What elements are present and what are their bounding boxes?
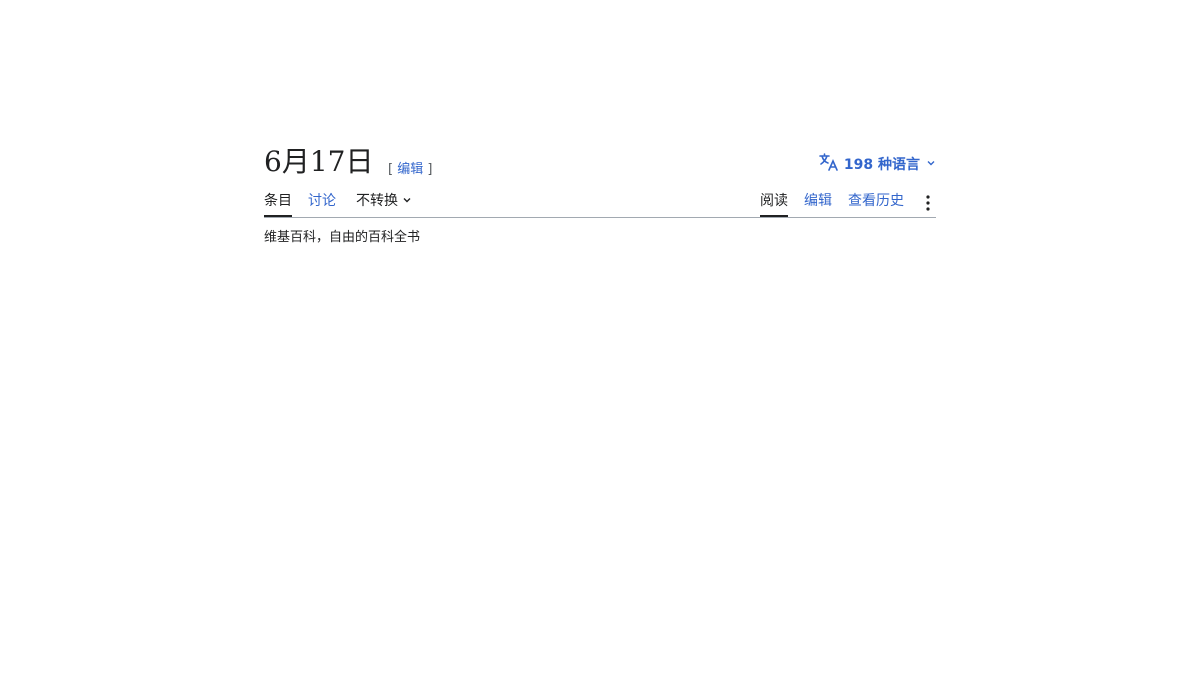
tab-history[interactable]: 查看历史 bbox=[848, 190, 904, 215]
language-icon bbox=[818, 152, 838, 176]
tab-variant[interactable]: 不转换 bbox=[356, 190, 412, 215]
tab-talk[interactable]: 讨论 bbox=[308, 190, 336, 215]
chevron-down-icon bbox=[402, 190, 412, 212]
tab-variant-label: 不转换 bbox=[356, 193, 398, 209]
page-title: 6月17日 bbox=[264, 145, 374, 178]
tab-read[interactable]: 阅读 bbox=[760, 190, 788, 217]
chevron-down-icon bbox=[926, 156, 936, 172]
title-edit-section: [ 编辑 ] bbox=[388, 162, 433, 177]
language-button[interactable]: 198 种语言 bbox=[818, 152, 936, 176]
title-edit-link[interactable]: 编辑 bbox=[397, 162, 423, 177]
language-button-label: 198 种语言 bbox=[843, 157, 920, 173]
more-menu-icon[interactable] bbox=[922, 194, 934, 212]
tab-article[interactable]: 条目 bbox=[264, 190, 292, 217]
article-header: 6月17日 [ 编辑 ] 198 种语言 条目 讨论 不转换 阅读 编辑 查看历… bbox=[264, 140, 936, 250]
title-row: 6月17日 [ 编辑 ] 198 种语言 bbox=[264, 140, 936, 184]
site-tagline: 维基百科，自由的百科全书 bbox=[264, 230, 421, 245]
tab-edit[interactable]: 编辑 bbox=[804, 190, 832, 215]
page-tabs: 条目 讨论 不转换 阅读 编辑 查看历史 bbox=[264, 184, 936, 218]
